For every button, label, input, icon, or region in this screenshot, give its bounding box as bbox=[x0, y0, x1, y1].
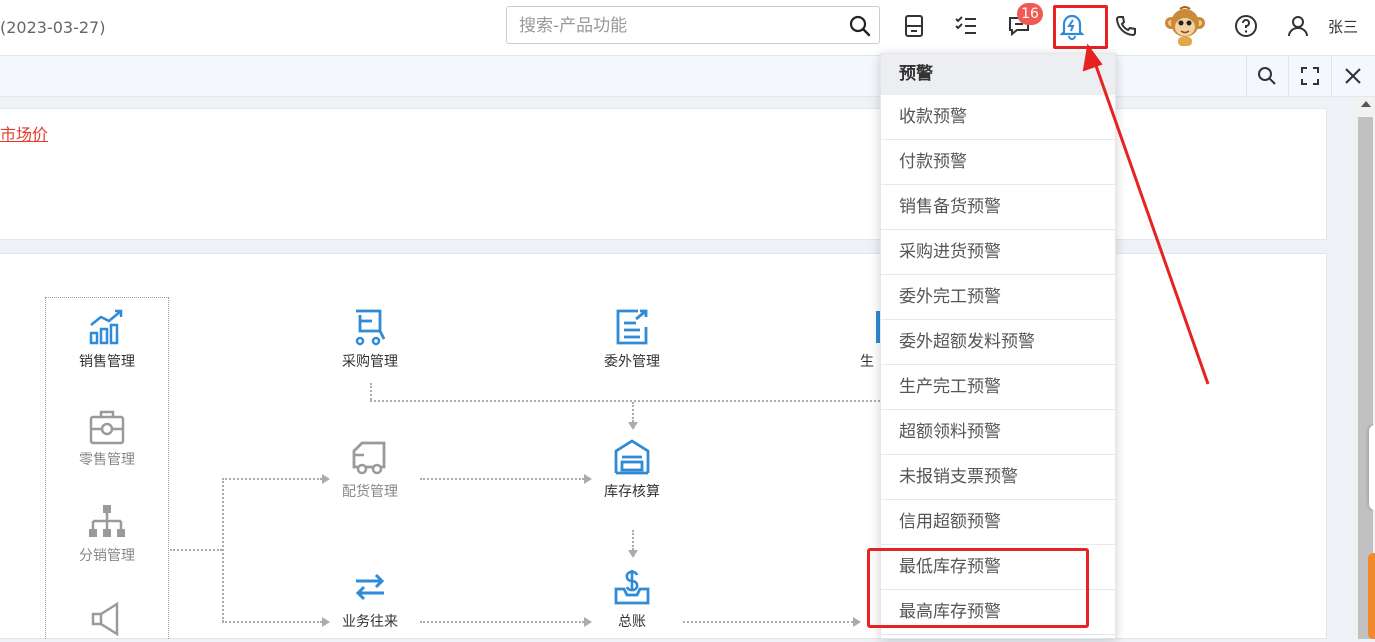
module-label: 分销管理 bbox=[79, 548, 135, 564]
connector bbox=[222, 621, 322, 623]
calculator-icon[interactable] bbox=[900, 12, 928, 40]
module-label: 零售管理 bbox=[79, 452, 135, 468]
fullscreen-icon[interactable] bbox=[1296, 62, 1324, 90]
menu-item-purchase-arrival-alert[interactable]: 采购进货预警 bbox=[881, 230, 1115, 275]
module-label: 业务往来 bbox=[342, 614, 398, 630]
warehouse-icon bbox=[614, 439, 650, 475]
avatar[interactable] bbox=[1163, 4, 1207, 48]
menu-item-sales-stock-alert[interactable]: 销售备货预警 bbox=[881, 185, 1115, 230]
username-label[interactable]: 张三 bbox=[1328, 16, 1358, 37]
module-label: 库存核算 bbox=[604, 484, 660, 500]
connector bbox=[632, 530, 634, 550]
module-sales[interactable]: 销售管理 bbox=[52, 307, 162, 371]
module-business[interactable]: 业务往来 bbox=[315, 567, 425, 631]
toolbar-divider bbox=[1331, 56, 1332, 96]
toolbar-divider bbox=[1246, 56, 1247, 96]
connector bbox=[420, 478, 584, 480]
scroll-up-arrow-icon[interactable] bbox=[1361, 101, 1371, 107]
menu-item-payment-alert[interactable]: 付款预警 bbox=[881, 140, 1115, 185]
module-retail[interactable]: 零售管理 bbox=[52, 407, 162, 469]
arrow-right bbox=[853, 617, 861, 627]
arrow-down bbox=[628, 422, 638, 430]
module-label: 生 bbox=[860, 354, 874, 370]
document-export-icon bbox=[616, 309, 648, 345]
connector bbox=[683, 621, 853, 623]
module-ledger[interactable]: 总账 bbox=[577, 567, 687, 631]
stock-alert-highlight-box bbox=[867, 548, 1089, 628]
module-label: 总账 bbox=[618, 614, 646, 630]
module-inventory[interactable]: 库存核算 bbox=[577, 437, 687, 501]
search-input[interactable] bbox=[517, 11, 841, 41]
chart-growth-icon bbox=[89, 309, 123, 345]
task-list-icon[interactable] bbox=[952, 12, 980, 40]
factory-icon bbox=[876, 311, 880, 343]
truck-icon bbox=[352, 441, 386, 475]
cart-icon bbox=[355, 309, 386, 346]
module-production[interactable]: 生 bbox=[860, 307, 880, 371]
user-icon[interactable] bbox=[1284, 12, 1312, 40]
connector bbox=[170, 549, 222, 551]
toolbar-divider bbox=[1288, 56, 1289, 96]
search-box[interactable] bbox=[506, 6, 880, 44]
money-tray-icon bbox=[614, 570, 650, 605]
side-tab[interactable] bbox=[1369, 425, 1375, 510]
connector bbox=[370, 400, 880, 402]
connector bbox=[370, 383, 372, 400]
arrow-down bbox=[628, 550, 638, 558]
module-outsourcing[interactable]: 委外管理 bbox=[577, 307, 687, 371]
menu-item-excess-material-alert[interactable]: 超额领料预警 bbox=[881, 410, 1115, 455]
module-allocation[interactable]: 配货管理 bbox=[315, 437, 425, 501]
market-price-link[interactable]: 市场价 bbox=[0, 121, 48, 145]
menu-item-unreimbursed-check-alert[interactable]: 未报销支票预警 bbox=[881, 455, 1115, 500]
top-bar: (2023-03-27) 16 bbox=[0, 0, 1375, 56]
zoom-icon[interactable] bbox=[1253, 62, 1281, 90]
module-purchase[interactable]: 采购管理 bbox=[315, 307, 425, 371]
shop-bag-icon bbox=[89, 410, 125, 445]
connector bbox=[632, 402, 634, 422]
menu-item-outsourcing-overissue-alert[interactable]: 委外超额发料预警 bbox=[881, 320, 1115, 365]
module-label: 采购管理 bbox=[342, 354, 398, 370]
notice-panel: 市场价 bbox=[0, 108, 1327, 240]
alert-highlight-box bbox=[1053, 5, 1108, 49]
connector bbox=[222, 478, 322, 480]
module-label: 委外管理 bbox=[604, 354, 660, 370]
connector bbox=[420, 621, 584, 623]
menu-item-receipt-alert[interactable]: 收款预警 bbox=[881, 95, 1115, 140]
dropdown-header: 预警 bbox=[881, 54, 1115, 95]
exchange-icon bbox=[355, 573, 385, 601]
module-distribution[interactable]: 分销管理 bbox=[52, 503, 162, 565]
search-icon[interactable] bbox=[849, 15, 871, 41]
side-float-button[interactable] bbox=[1368, 553, 1375, 639]
menu-item-credit-excess-alert[interactable]: 信用超额预警 bbox=[881, 500, 1115, 545]
org-tree-icon bbox=[89, 505, 125, 537]
close-icon[interactable] bbox=[1339, 62, 1367, 90]
tab-toolbar bbox=[0, 56, 1375, 97]
module-label: 配货管理 bbox=[342, 484, 398, 500]
date-label: (2023-03-27) bbox=[0, 18, 106, 37]
phone-icon[interactable] bbox=[1112, 12, 1140, 40]
help-icon[interactable] bbox=[1232, 12, 1260, 40]
module-marketing[interactable] bbox=[52, 600, 162, 642]
megaphone-icon bbox=[91, 601, 119, 637]
connector bbox=[222, 478, 224, 622]
notification-badge: 16 bbox=[1017, 3, 1043, 25]
module-label: 销售管理 bbox=[79, 354, 135, 370]
menu-item-outsourcing-complete-alert[interactable]: 委外完工预警 bbox=[881, 275, 1115, 320]
menu-item-production-complete-alert[interactable]: 生产完工预警 bbox=[881, 365, 1115, 410]
